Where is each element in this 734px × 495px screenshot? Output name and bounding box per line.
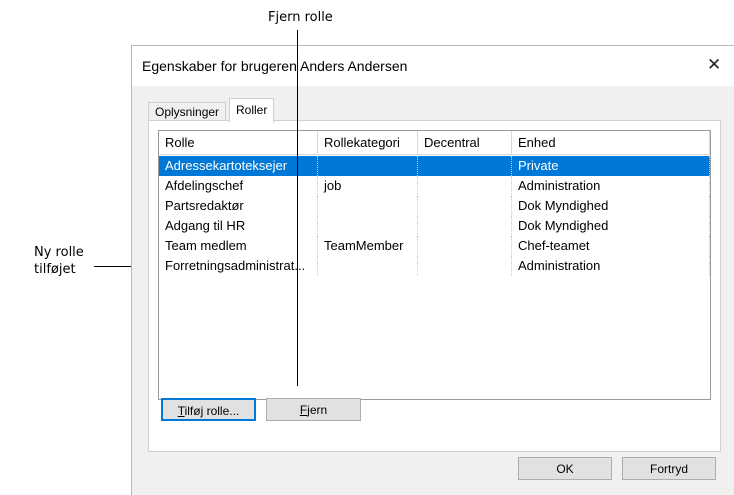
- cell-kategori: [318, 196, 418, 216]
- tab-oplysninger[interactable]: Oplysninger: [148, 102, 227, 121]
- cell-decentral: [418, 156, 512, 176]
- cell-enhed: Administration: [512, 176, 710, 196]
- title-bar: Egenskaber for brugeren Anders Andersen …: [132, 46, 734, 86]
- column-header-rollekategori[interactable]: Rollekategori: [318, 131, 418, 155]
- add-role-mnemonic: T: [177, 404, 185, 418]
- cell-decentral: [418, 216, 512, 236]
- callout-remove-role: Fjern rolle: [268, 10, 333, 25]
- cell-enhed: Chef-teamet: [512, 236, 710, 256]
- table-row[interactable]: Adressekartoteksejer Private: [159, 156, 710, 176]
- cell-kategori: job: [318, 176, 418, 196]
- cell-enhed: Private: [512, 156, 710, 176]
- cell-enhed: Dok Myndighed: [512, 216, 710, 236]
- cell-enhed: Administration: [512, 256, 710, 276]
- add-role-label: ilføj rolle...: [184, 404, 240, 418]
- cell-rolle: Forretningsadministrat...: [159, 256, 318, 276]
- cell-kategori: [318, 256, 418, 276]
- cell-decentral: [418, 196, 512, 216]
- callout-new-role-line1: Ny rolle: [34, 245, 84, 260]
- cell-kategori: [318, 156, 418, 176]
- cell-kategori: [318, 216, 418, 236]
- cell-rolle: Adgang til HR: [159, 216, 318, 236]
- user-properties-dialog: Egenskaber for brugeren Anders Andersen …: [131, 45, 734, 495]
- cell-enhed: Dok Myndighed: [512, 196, 710, 216]
- close-icon[interactable]: ✕: [707, 55, 721, 75]
- ok-button[interactable]: OK: [518, 457, 612, 480]
- dialog-title: Egenskaber for brugeren Anders Andersen: [142, 58, 408, 74]
- cell-rolle: Partsredaktør: [159, 196, 318, 216]
- cell-decentral: [418, 256, 512, 276]
- table-row[interactable]: Forretningsadministrat... Administration: [159, 256, 710, 276]
- cancel-button[interactable]: Fortryd: [622, 457, 716, 480]
- table-row[interactable]: Partsredaktør Dok Myndighed: [159, 196, 710, 216]
- column-header-enhed[interactable]: Enhed: [512, 131, 710, 155]
- roles-table[interactable]: Rolle Rollekategori Decentral Enhed Adre…: [158, 130, 711, 400]
- column-header-rolle[interactable]: Rolle: [159, 131, 318, 155]
- remove-role-button[interactable]: Fjern: [266, 398, 361, 421]
- cell-kategori: TeamMember: [318, 236, 418, 256]
- tab-roller[interactable]: Roller: [229, 98, 275, 123]
- cell-decentral: [418, 236, 512, 256]
- cell-rolle: Afdelingschef: [159, 176, 318, 196]
- add-role-button[interactable]: Tilføj rolle...: [161, 398, 256, 421]
- remove-role-label: jern: [307, 403, 328, 417]
- callout-new-role: Ny rolle tilføjet: [34, 244, 84, 278]
- table-row[interactable]: Team medlem TeamMember Chef-teamet: [159, 236, 710, 256]
- table-row[interactable]: Adgang til HR Dok Myndighed: [159, 216, 710, 236]
- cell-rolle: Team medlem: [159, 236, 318, 256]
- column-header-decentral[interactable]: Decentral: [418, 131, 512, 155]
- table-row[interactable]: Afdelingschef job Administration: [159, 176, 710, 196]
- callout-new-role-line2: tilføjet: [34, 262, 76, 277]
- cell-decentral: [418, 176, 512, 196]
- callout-leader-vertical: [297, 30, 298, 386]
- cell-rolle: Adressekartoteksejer: [159, 156, 318, 176]
